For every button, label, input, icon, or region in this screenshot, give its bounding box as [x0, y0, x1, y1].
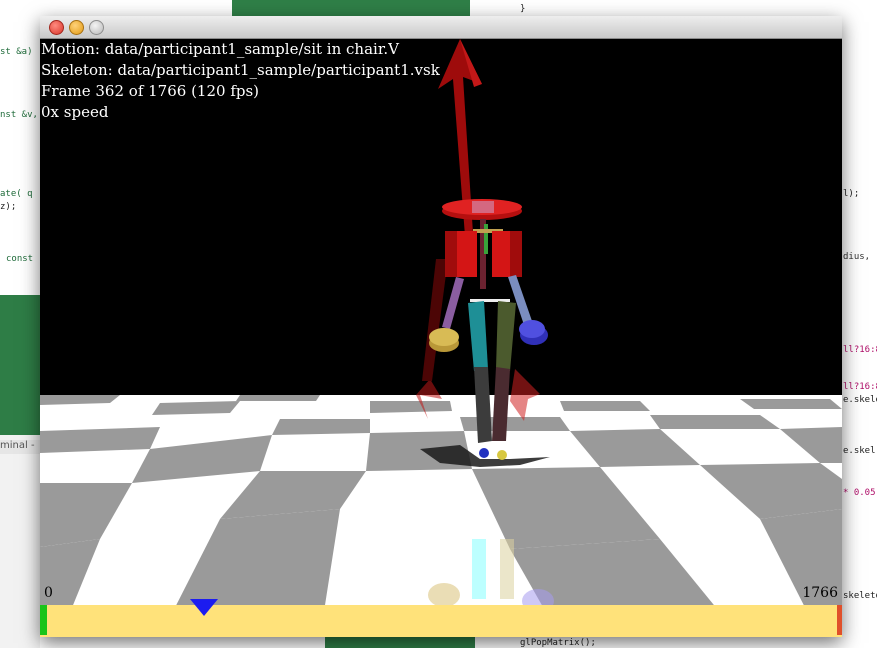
- motion-file-label: Motion: data/participant1_sample/sit in …: [41, 40, 399, 58]
- minimize-button[interactable]: [69, 20, 84, 35]
- terminal-tab-label[interactable]: minal -: [0, 440, 40, 454]
- timeline-scrubber[interactable]: [40, 599, 842, 637]
- code-fragment: e.skel: [843, 446, 876, 456]
- code-fragment: }: [520, 4, 526, 14]
- code-fragment: ll?16:8: [843, 382, 877, 392]
- code-fragment: z);: [0, 202, 17, 212]
- window-titlebar[interactable]: [40, 16, 842, 39]
- 3d-scene: [40, 39, 842, 637]
- close-button[interactable]: [49, 20, 64, 35]
- code-fragment: glPopMatrix();: [520, 638, 596, 648]
- background-green-panel-top: [232, 0, 470, 16]
- background-green-panel-left: [0, 295, 40, 435]
- code-fragment: skeleto: [843, 591, 877, 601]
- code-fragment: dius,: [843, 252, 871, 262]
- background-terminal-panel: [0, 435, 40, 648]
- left-foot-joint: [479, 448, 489, 458]
- 3d-viewport[interactable]: Motion: data/participant1_sample/sit in …: [40, 39, 842, 637]
- background-green-panel-bottom: [325, 636, 475, 648]
- skeleton-file-label: Skeleton: data/participant1_sample/parti…: [41, 61, 440, 79]
- motion-viewer-window: Motion: data/participant1_sample/sit in …: [40, 16, 842, 637]
- frame-counter-label: Frame 362 of 1766 (120 fps): [41, 82, 260, 100]
- code-fragment: st &a): [0, 47, 33, 57]
- code-fragment: nst &v,: [0, 110, 38, 120]
- left-hand-joint: [429, 328, 459, 352]
- timeline-start-label: 0: [44, 585, 53, 601]
- zoom-button[interactable]: [89, 20, 104, 35]
- code-fragment: l);: [843, 189, 860, 199]
- right-foot-joint: [497, 450, 507, 460]
- code-fragment: const: [6, 254, 34, 264]
- timeline-end-cap: [837, 605, 842, 635]
- code-fragment: ate( q: [0, 189, 33, 199]
- timeline-playhead-marker[interactable]: [190, 599, 218, 616]
- hip-bar: [470, 299, 510, 302]
- timeline-end-label: 1766: [802, 585, 838, 601]
- code-fragment: ll?16:8: [843, 345, 877, 355]
- timeline-start-cap: [40, 605, 47, 635]
- playback-speed-label: 0x speed: [41, 103, 109, 121]
- code-fragment: * 0.05,: [843, 488, 877, 498]
- code-fragment: e.skele: [843, 395, 877, 405]
